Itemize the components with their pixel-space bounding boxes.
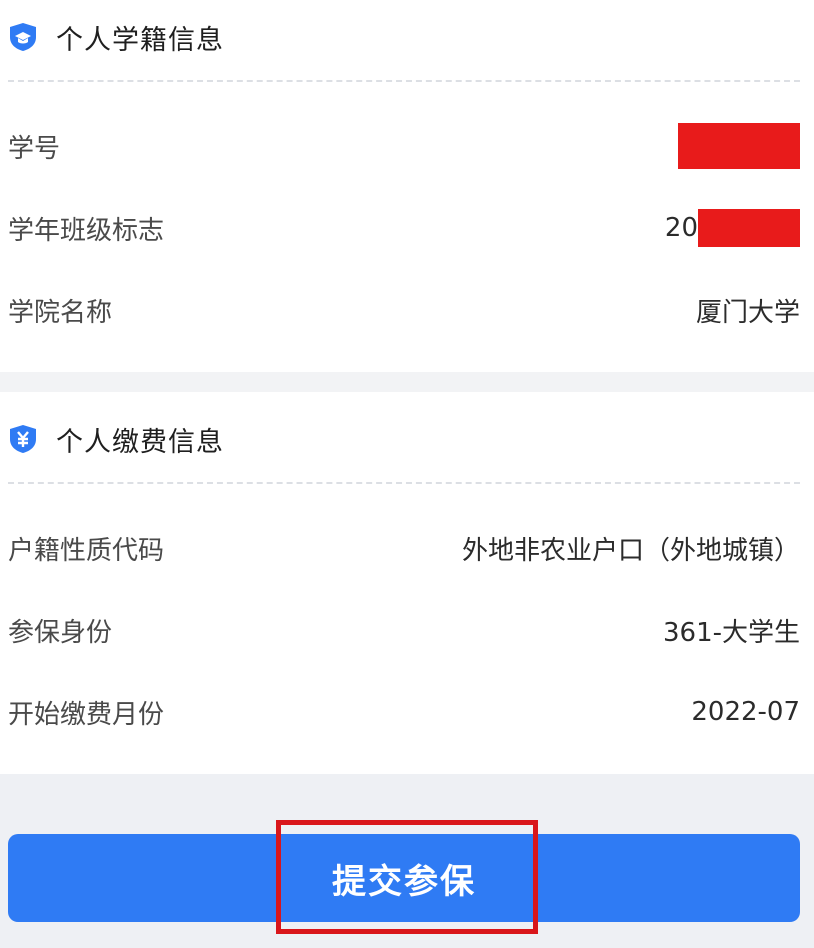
household-type-value: 外地非农业户口（外地城镇） — [461, 535, 800, 566]
page: 个人学籍信息 学号 学年班级标志 20 学院名称 厦门大学 个人缴费信息 户籍性… — [0, 0, 814, 948]
graduation-shield-icon — [8, 22, 38, 52]
payment-info-header: 个人缴费信息 — [8, 422, 224, 458]
payment-info-card: 个人缴费信息 户籍性质代码 外地非农业户口（外地城镇） 参保身份 361-大学生… — [0, 392, 814, 774]
class-mark-row: 学年班级标志 20 — [8, 208, 800, 248]
class-mark-label: 学年班级标志 — [8, 215, 165, 246]
highlight-annotation-box — [276, 820, 538, 934]
student-id-row: 学号 — [8, 123, 800, 169]
class-mark-value: 20 — [665, 209, 800, 247]
student-info-header: 个人学籍信息 — [8, 20, 224, 56]
college-name-row: 学院名称 厦门大学 — [8, 290, 800, 330]
household-type-row: 户籍性质代码 外地非农业户口（外地城镇） — [8, 528, 800, 568]
insured-identity-row: 参保身份 361-大学生 — [8, 610, 800, 650]
household-type-label: 户籍性质代码 — [8, 535, 165, 566]
payment-start-value: 2022-07 — [691, 697, 800, 727]
student-id-value — [678, 123, 800, 169]
college-name-label: 学院名称 — [8, 297, 113, 328]
payment-start-label: 开始缴费月份 — [8, 699, 165, 730]
payment-info-title: 个人缴费信息 — [56, 426, 224, 458]
insured-identity-value: 361-大学生 — [662, 617, 800, 648]
college-name-value: 厦门大学 — [695, 297, 800, 328]
student-id-label: 学号 — [8, 133, 61, 164]
redaction-block — [698, 209, 800, 247]
payment-start-row: 开始缴费月份 2022-07 — [8, 692, 800, 732]
divider — [8, 80, 800, 82]
redaction-block — [678, 123, 800, 169]
student-info-title: 个人学籍信息 — [56, 24, 224, 56]
student-info-card: 个人学籍信息 学号 学年班级标志 20 学院名称 厦门大学 — [0, 0, 814, 372]
divider — [8, 482, 800, 484]
insured-identity-label: 参保身份 — [8, 617, 113, 648]
yuan-shield-icon — [8, 424, 38, 454]
